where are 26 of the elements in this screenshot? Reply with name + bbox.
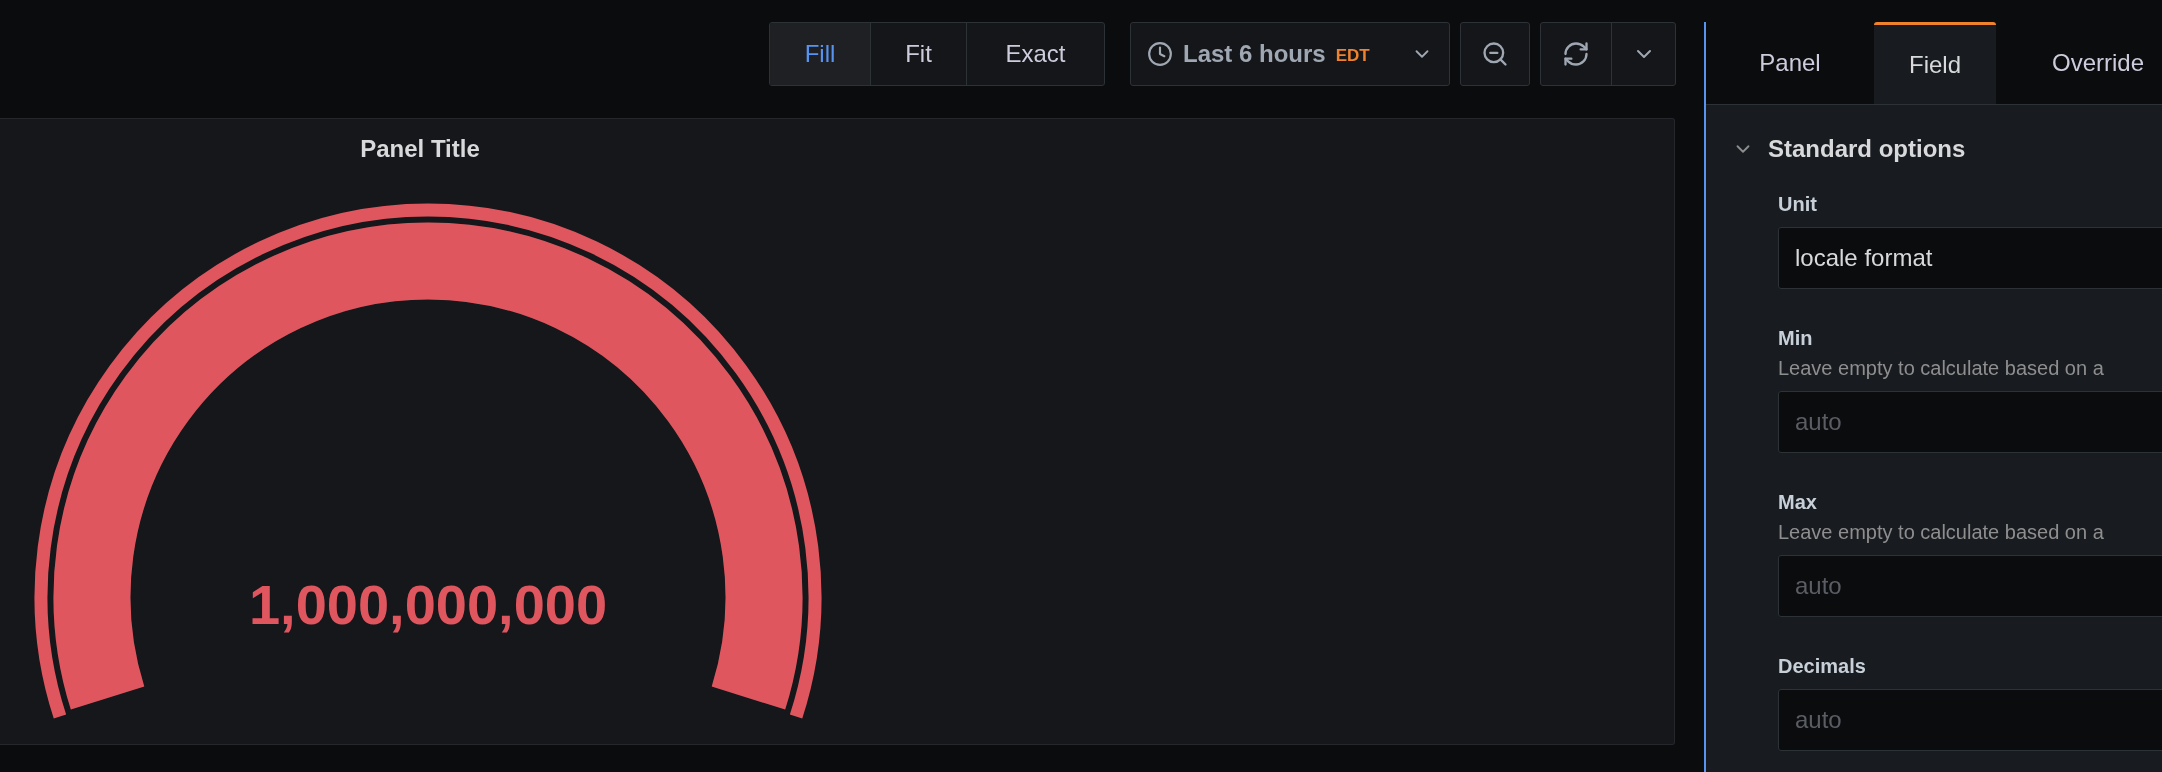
- clock-icon: [1147, 41, 1173, 67]
- zoom-out-button[interactable]: [1460, 22, 1530, 86]
- time-picker[interactable]: Last 6 hours EDT: [1130, 22, 1450, 86]
- view-mode-tab[interactable]: Fit: [870, 23, 966, 85]
- field-label: Min: [1778, 326, 1814, 351]
- timezone-label: EDT: [1335, 45, 1370, 68]
- view-mode-tab[interactable]: Exact: [966, 23, 1104, 85]
- field-label: Decimals: [1778, 654, 1867, 679]
- gauge-value: 1,000,000,000: [248, 577, 608, 633]
- section-title: Standard options: [1768, 134, 1966, 164]
- field-description: Leave empty to calculate based on a: [1778, 520, 2105, 545]
- panel-title: Panel Title: [360, 134, 480, 164]
- field-label: Max: [1778, 490, 1818, 515]
- text-field[interactable]: auto: [1778, 555, 2162, 617]
- editor-tab[interactable]: Field: [1874, 22, 1996, 104]
- editor-tab[interactable]: Override: [1996, 22, 2145, 104]
- text-field[interactable]: locale format: [1778, 227, 2162, 289]
- zoom-out-icon: [1481, 40, 1509, 68]
- text-field[interactable]: auto: [1778, 391, 2162, 453]
- editor-tab[interactable]: Panel: [1706, 22, 1874, 104]
- field-label: Unit: [1778, 192, 1818, 217]
- field-description: Leave empty to calculate based on a: [1778, 356, 2105, 381]
- time-range-label: Last 6 hours: [1183, 39, 1326, 69]
- refresh-icon: [1562, 40, 1590, 68]
- view-mode-tab[interactable]: Fill: [770, 23, 870, 85]
- text-field[interactable]: auto: [1778, 689, 2162, 751]
